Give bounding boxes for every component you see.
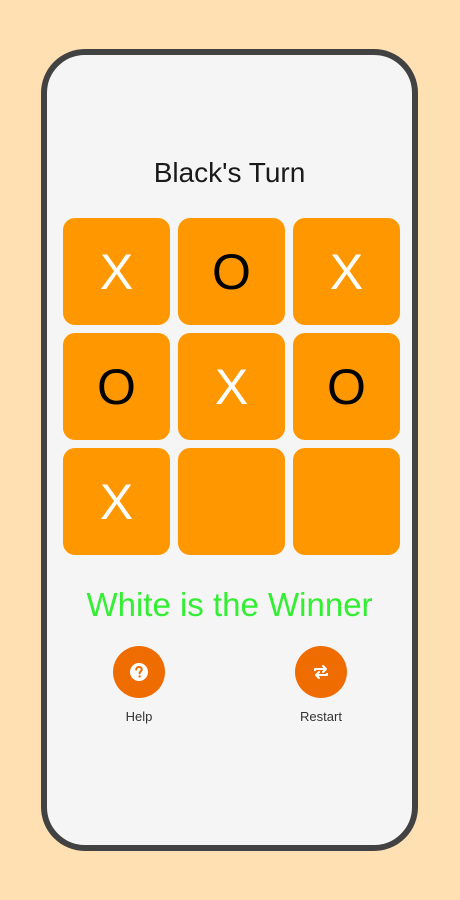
board-cell-9[interactable] [293, 448, 400, 555]
help-label: Help [125, 709, 153, 724]
board-cell-7[interactable]: X [63, 448, 170, 555]
help-button[interactable] [113, 646, 165, 698]
restart-label: Restart [300, 709, 342, 724]
game-board: X O X O X O X [63, 218, 400, 556]
restart-button[interactable] [295, 646, 347, 698]
board-cell-4[interactable]: O [63, 333, 170, 440]
help-circle-icon [129, 662, 149, 682]
board-cell-1[interactable]: X [63, 218, 170, 325]
phone-frame: Black's Turn X O X O X O X White is the … [41, 49, 418, 851]
board-cell-5[interactable]: X [178, 333, 285, 440]
turn-indicator: Black's Turn [153, 157, 306, 188]
board-cell-3[interactable]: X [293, 218, 400, 325]
board-cell-8[interactable] [178, 448, 285, 555]
board-cell-2[interactable]: O [178, 218, 285, 325]
help-action: Help [99, 646, 179, 724]
restart-action: Restart [281, 646, 361, 724]
winner-message: White is the Winner [86, 586, 373, 623]
repeat-icon [311, 662, 331, 682]
board-cell-6[interactable]: O [293, 333, 400, 440]
